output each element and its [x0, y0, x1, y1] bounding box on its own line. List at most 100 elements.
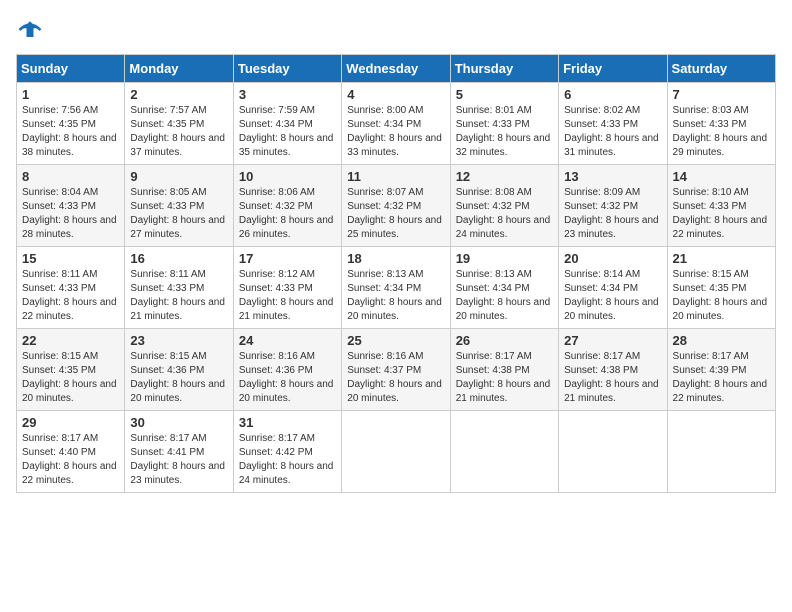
day-number: 28 [673, 333, 770, 348]
day-info: Sunrise: 8:17 AM Sunset: 4:39 PM Dayligh… [673, 351, 768, 404]
calendar-cell: 15 Sunrise: 8:11 AM Sunset: 4:33 PM Dayl… [17, 247, 125, 329]
day-info: Sunrise: 8:17 AM Sunset: 4:38 PM Dayligh… [456, 351, 551, 404]
calendar-cell: 19 Sunrise: 8:13 AM Sunset: 4:34 PM Dayl… [450, 247, 558, 329]
day-number: 7 [673, 87, 770, 102]
day-number: 27 [564, 333, 661, 348]
day-info: Sunrise: 8:11 AM Sunset: 4:33 PM Dayligh… [22, 269, 117, 322]
day-number: 4 [347, 87, 444, 102]
day-number: 29 [22, 415, 119, 430]
day-info: Sunrise: 8:14 AM Sunset: 4:34 PM Dayligh… [564, 269, 659, 322]
logo-icon [16, 16, 44, 44]
weekday-header-saturday: Saturday [667, 55, 775, 83]
day-number: 10 [239, 169, 336, 184]
calendar-cell: 23 Sunrise: 8:15 AM Sunset: 4:36 PM Dayl… [125, 329, 233, 411]
calendar-cell: 25 Sunrise: 8:16 AM Sunset: 4:37 PM Dayl… [342, 329, 450, 411]
calendar-cell: 1 Sunrise: 7:56 AM Sunset: 4:35 PM Dayli… [17, 83, 125, 165]
day-number: 5 [456, 87, 553, 102]
day-info: Sunrise: 8:16 AM Sunset: 4:36 PM Dayligh… [239, 351, 334, 404]
logo [16, 16, 48, 44]
day-number: 20 [564, 251, 661, 266]
day-number: 3 [239, 87, 336, 102]
day-number: 9 [130, 169, 227, 184]
day-info: Sunrise: 8:13 AM Sunset: 4:34 PM Dayligh… [456, 269, 551, 322]
calendar-cell: 3 Sunrise: 7:59 AM Sunset: 4:34 PM Dayli… [233, 83, 341, 165]
calendar-cell: 6 Sunrise: 8:02 AM Sunset: 4:33 PM Dayli… [559, 83, 667, 165]
calendar-cell: 31 Sunrise: 8:17 AM Sunset: 4:42 PM Dayl… [233, 411, 341, 493]
calendar-cell: 10 Sunrise: 8:06 AM Sunset: 4:32 PM Dayl… [233, 165, 341, 247]
day-number: 8 [22, 169, 119, 184]
day-number: 24 [239, 333, 336, 348]
day-info: Sunrise: 8:17 AM Sunset: 4:38 PM Dayligh… [564, 351, 659, 404]
day-info: Sunrise: 8:02 AM Sunset: 4:33 PM Dayligh… [564, 105, 659, 158]
day-info: Sunrise: 7:56 AM Sunset: 4:35 PM Dayligh… [22, 105, 117, 158]
day-number: 19 [456, 251, 553, 266]
day-info: Sunrise: 8:15 AM Sunset: 4:35 PM Dayligh… [22, 351, 117, 404]
calendar-cell: 11 Sunrise: 8:07 AM Sunset: 4:32 PM Dayl… [342, 165, 450, 247]
day-info: Sunrise: 8:15 AM Sunset: 4:36 PM Dayligh… [130, 351, 225, 404]
day-number: 1 [22, 87, 119, 102]
day-number: 14 [673, 169, 770, 184]
calendar-cell: 29 Sunrise: 8:17 AM Sunset: 4:40 PM Dayl… [17, 411, 125, 493]
day-info: Sunrise: 8:01 AM Sunset: 4:33 PM Dayligh… [456, 105, 551, 158]
calendar: SundayMondayTuesdayWednesdayThursdayFrid… [16, 54, 776, 493]
weekday-header-monday: Monday [125, 55, 233, 83]
calendar-cell: 21 Sunrise: 8:15 AM Sunset: 4:35 PM Dayl… [667, 247, 775, 329]
day-number: 25 [347, 333, 444, 348]
day-number: 13 [564, 169, 661, 184]
calendar-cell: 14 Sunrise: 8:10 AM Sunset: 4:33 PM Dayl… [667, 165, 775, 247]
day-info: Sunrise: 8:13 AM Sunset: 4:34 PM Dayligh… [347, 269, 442, 322]
day-info: Sunrise: 8:10 AM Sunset: 4:33 PM Dayligh… [673, 187, 768, 240]
calendar-cell [559, 411, 667, 493]
day-info: Sunrise: 8:15 AM Sunset: 4:35 PM Dayligh… [673, 269, 768, 322]
calendar-cell: 17 Sunrise: 8:12 AM Sunset: 4:33 PM Dayl… [233, 247, 341, 329]
day-info: Sunrise: 8:17 AM Sunset: 4:42 PM Dayligh… [239, 433, 334, 486]
day-number: 22 [22, 333, 119, 348]
calendar-cell: 30 Sunrise: 8:17 AM Sunset: 4:41 PM Dayl… [125, 411, 233, 493]
calendar-cell: 28 Sunrise: 8:17 AM Sunset: 4:39 PM Dayl… [667, 329, 775, 411]
day-info: Sunrise: 8:03 AM Sunset: 4:33 PM Dayligh… [673, 105, 768, 158]
day-number: 26 [456, 333, 553, 348]
day-number: 17 [239, 251, 336, 266]
day-info: Sunrise: 8:17 AM Sunset: 4:41 PM Dayligh… [130, 433, 225, 486]
header [16, 16, 776, 44]
calendar-cell: 24 Sunrise: 8:16 AM Sunset: 4:36 PM Dayl… [233, 329, 341, 411]
day-info: Sunrise: 8:17 AM Sunset: 4:40 PM Dayligh… [22, 433, 117, 486]
calendar-cell: 8 Sunrise: 8:04 AM Sunset: 4:33 PM Dayli… [17, 165, 125, 247]
day-info: Sunrise: 8:06 AM Sunset: 4:32 PM Dayligh… [239, 187, 334, 240]
calendar-cell: 26 Sunrise: 8:17 AM Sunset: 4:38 PM Dayl… [450, 329, 558, 411]
calendar-cell [450, 411, 558, 493]
day-number: 12 [456, 169, 553, 184]
calendar-cell: 2 Sunrise: 7:57 AM Sunset: 4:35 PM Dayli… [125, 83, 233, 165]
day-info: Sunrise: 8:16 AM Sunset: 4:37 PM Dayligh… [347, 351, 442, 404]
weekday-header-sunday: Sunday [17, 55, 125, 83]
day-number: 30 [130, 415, 227, 430]
day-number: 23 [130, 333, 227, 348]
day-info: Sunrise: 8:11 AM Sunset: 4:33 PM Dayligh… [130, 269, 225, 322]
weekday-header-friday: Friday [559, 55, 667, 83]
weekday-header-wednesday: Wednesday [342, 55, 450, 83]
day-number: 18 [347, 251, 444, 266]
weekday-header-thursday: Thursday [450, 55, 558, 83]
day-info: Sunrise: 8:00 AM Sunset: 4:34 PM Dayligh… [347, 105, 442, 158]
calendar-cell: 20 Sunrise: 8:14 AM Sunset: 4:34 PM Dayl… [559, 247, 667, 329]
day-number: 21 [673, 251, 770, 266]
calendar-cell: 13 Sunrise: 8:09 AM Sunset: 4:32 PM Dayl… [559, 165, 667, 247]
calendar-cell: 27 Sunrise: 8:17 AM Sunset: 4:38 PM Dayl… [559, 329, 667, 411]
calendar-cell [342, 411, 450, 493]
calendar-cell: 9 Sunrise: 8:05 AM Sunset: 4:33 PM Dayli… [125, 165, 233, 247]
calendar-cell: 16 Sunrise: 8:11 AM Sunset: 4:33 PM Dayl… [125, 247, 233, 329]
day-info: Sunrise: 8:04 AM Sunset: 4:33 PM Dayligh… [22, 187, 117, 240]
day-info: Sunrise: 8:08 AM Sunset: 4:32 PM Dayligh… [456, 187, 551, 240]
day-number: 31 [239, 415, 336, 430]
calendar-cell: 12 Sunrise: 8:08 AM Sunset: 4:32 PM Dayl… [450, 165, 558, 247]
day-number: 2 [130, 87, 227, 102]
day-info: Sunrise: 8:05 AM Sunset: 4:33 PM Dayligh… [130, 187, 225, 240]
day-number: 11 [347, 169, 444, 184]
weekday-header-tuesday: Tuesday [233, 55, 341, 83]
day-info: Sunrise: 8:09 AM Sunset: 4:32 PM Dayligh… [564, 187, 659, 240]
day-info: Sunrise: 8:07 AM Sunset: 4:32 PM Dayligh… [347, 187, 442, 240]
day-number: 15 [22, 251, 119, 266]
day-number: 16 [130, 251, 227, 266]
calendar-cell: 7 Sunrise: 8:03 AM Sunset: 4:33 PM Dayli… [667, 83, 775, 165]
calendar-cell: 4 Sunrise: 8:00 AM Sunset: 4:34 PM Dayli… [342, 83, 450, 165]
